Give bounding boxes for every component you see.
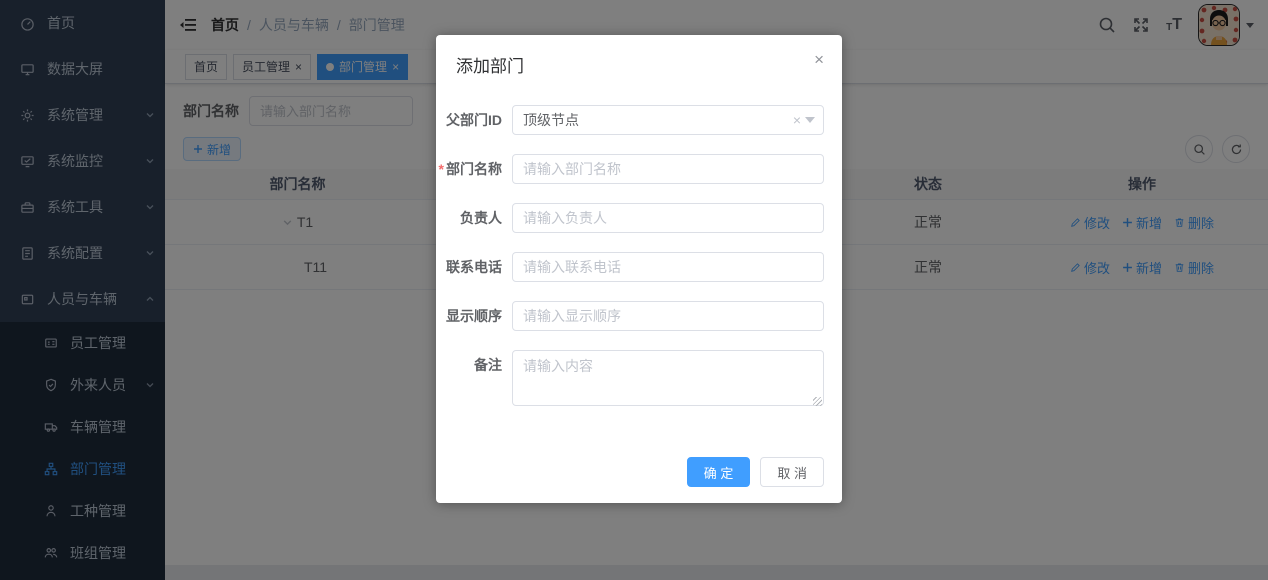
parent-dept-label: 父部门ID: [436, 105, 502, 135]
remark-textarea[interactable]: [512, 350, 824, 406]
form-row-parent-dept: 父部门ID 顶级节点 ×: [436, 105, 842, 135]
dept-name-input[interactable]: [512, 154, 824, 184]
phone-input[interactable]: [512, 252, 824, 282]
dialog-body: 父部门ID 顶级节点 × *部门名称 负责人: [436, 77, 842, 409]
leader-label: 负责人: [436, 203, 502, 233]
form-row-phone: 联系电话: [436, 252, 842, 282]
cancel-button[interactable]: 取 消: [760, 457, 824, 487]
textarea-resize-handle[interactable]: [813, 397, 822, 406]
close-icon[interactable]: ×: [814, 51, 824, 68]
clear-icon[interactable]: ×: [793, 112, 801, 128]
required-mark: *: [439, 161, 444, 177]
caret-down-icon: [805, 117, 815, 123]
dialog-footer: 确 定 取 消: [687, 457, 824, 487]
add-department-dialog: 添加部门 × 父部门ID 顶级节点 × *部门名称: [436, 35, 842, 503]
leader-input[interactable]: [512, 203, 824, 233]
dept-name-label: *部门名称: [436, 154, 502, 184]
phone-label: 联系电话: [436, 252, 502, 282]
dialog-title: 添加部门: [456, 57, 524, 76]
form-row-remark: 备注: [436, 350, 842, 409]
form-row-leader: 负责人: [436, 203, 842, 233]
remark-label: 备注: [436, 350, 502, 380]
parent-dept-value: 顶级节点: [523, 110, 793, 130]
form-row-display-order: 显示顺序: [436, 301, 842, 331]
display-order-input[interactable]: [512, 301, 824, 331]
form-row-dept-name: *部门名称: [436, 154, 842, 184]
parent-dept-select[interactable]: 顶级节点 ×: [512, 105, 824, 135]
confirm-button[interactable]: 确 定: [687, 457, 751, 487]
display-order-label: 显示顺序: [436, 301, 502, 331]
dialog-header: 添加部门 ×: [436, 35, 842, 77]
app-window: 首页 数据大屏 系统管理 系统监控 系统工具: [0, 0, 1268, 580]
